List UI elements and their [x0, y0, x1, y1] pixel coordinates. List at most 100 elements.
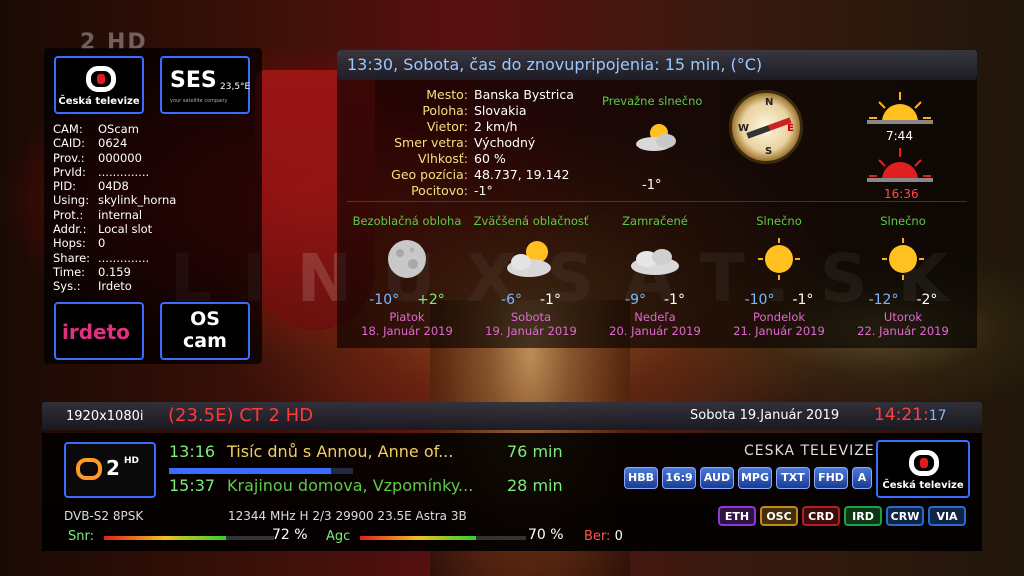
forecast-low: -9° [625, 292, 646, 308]
sunset-icon [867, 148, 933, 182]
weather-title: 13:30, Sobota, čas do znovupripojenia: 1… [337, 50, 977, 80]
ses-name: SES [170, 68, 217, 93]
cam-row-using: Using: skylink_horna [53, 193, 177, 208]
forecast-high: -1° [540, 292, 561, 308]
ses-position: 23,5°E [220, 82, 251, 92]
snr-value: 72 % [272, 527, 308, 543]
current-temperature: -1° [642, 178, 662, 193]
epg-panel: 2 HD 13:16 Tisíc dnů s Annou, Anne of... 7… [42, 433, 982, 505]
forecast-low: -10° [369, 292, 400, 308]
forecast-day: Slnečno -12° -2° Utorok 22. Január 2019 [841, 214, 965, 338]
sunset-time: 16:36 [884, 187, 919, 201]
weather-divider [347, 201, 967, 202]
current-condition: Prevažne slnečno [602, 94, 703, 108]
irdeto-logo: irdeto [54, 302, 144, 360]
ct-logo: Česká televize [54, 56, 144, 114]
cas-via-badge: VIA [928, 506, 966, 526]
cas-ird-badge: IRD [844, 506, 882, 526]
epg-now-time: 13:16 [169, 442, 216, 461]
forecast-high: +2° [417, 292, 445, 308]
cam-row-prov: Prov.: 000000 [53, 150, 142, 165]
transponder-info: 12344 MHz H 2/3 29900 23.5E Astra 3B [228, 509, 467, 523]
weather-row-city: Mesto: Banska Bystrica [426, 87, 574, 102]
ct-mark-icon [76, 458, 102, 480]
cam-row-share: Share:.............. [53, 250, 150, 265]
forecast-low: -10° [744, 292, 775, 308]
clock: 14:21:17 [874, 405, 947, 425]
ct-logo-label: Česká televize [58, 96, 140, 107]
cas-crw-badge: CRW [886, 506, 924, 526]
cam-row-hops: Hops: 0 [53, 236, 106, 251]
forecast-condition: Zväčšená oblačnosť [473, 214, 589, 228]
channel-logo: 2 HD [64, 442, 156, 498]
snr-label: Snr: [68, 529, 94, 544]
forecast-date: 22. Január 2019 [857, 324, 949, 338]
sunrise-time: 7:44 [886, 129, 913, 143]
forecast-condition: Zamračené [622, 214, 688, 228]
agc-bar [360, 536, 526, 540]
epg-now-title: Tisíc dnů s Annou, Anne of... [227, 442, 454, 461]
oscam-logo-text: OS cam [183, 308, 227, 352]
weather-row-wind: Vietor: 2 km/h [426, 119, 518, 134]
cam-row-sys: Sys.: Irdeto [53, 279, 132, 294]
forecast-day: Bezoblačná obloha -10° +2° Piatok 18. Jan… [345, 214, 469, 338]
mpg-badge: MPG [738, 467, 772, 489]
cloud-sun-icon [507, 241, 551, 277]
ct-mark-icon [86, 66, 116, 92]
forecast-high: -2° [916, 292, 938, 308]
channel-info-bar: 1920x1080i (23.5E) CT 2 HD Sobota 19.Jan… [42, 402, 982, 430]
forecast-date: 21. Január 2019 [733, 324, 825, 338]
cam-row-time: Time: 0.159 [53, 264, 131, 279]
weather-row-humidity: Vlhkosť: 60 % [417, 151, 506, 166]
forecast-low: -6° [501, 292, 522, 308]
weather-row-feels-like: Pocitovo: -1° [411, 183, 493, 198]
fhd-badge: FHD [814, 467, 848, 489]
weather-row-geo: Geo pozícia: 48.737, 19.142 [391, 167, 570, 182]
forecast-day: Slnečno -10° -1° Pondelok 21. Január 2019 [717, 214, 841, 338]
weather-panel: 13:30, Sobota, čas do znovupripojenia: 1… [337, 50, 977, 348]
weather-row-location: Poloha: Slovakia [422, 103, 527, 118]
forecast-day-name: Nedeľa [634, 310, 676, 324]
epg-next-duration: 28 min [507, 476, 563, 495]
irdeto-logo-text: irdeto [62, 320, 130, 344]
weather-info-list: Mesto: Banska Bystrica Poloha: Slovakia Vi… [347, 87, 574, 199]
forecast-day: Zväčšená oblačnosť -6° -1° Sobota 19. Jan… [469, 214, 593, 338]
tuner-info: DVB-S2 8PSK [64, 509, 144, 523]
sun-icon [882, 238, 924, 280]
teletext-badge: TXT [776, 467, 810, 489]
cam-row-pid: PID: 04D8 [53, 179, 129, 194]
forecast-day-name: Pondelok [752, 310, 806, 324]
sun-icon [758, 238, 800, 280]
compass-icon: N S W E [729, 90, 803, 164]
cam-row-addr: Addr.: Local slot [53, 222, 153, 237]
epg-next: 15:37 Krajinou domova, Vzpomínky... 28 min [169, 476, 563, 495]
cam-row-prot: Prot.: internal [53, 207, 143, 222]
agc-label: Agc [326, 529, 351, 544]
forecast-date: 18. Január 2019 [361, 324, 453, 338]
snr-bar [104, 536, 274, 540]
moon-icon [388, 240, 426, 278]
ses-tagline: your satellite company [170, 98, 228, 104]
epg-next-time: 15:37 [169, 476, 216, 495]
weather-row-wind-direction: Smer vetra: Východný [394, 135, 536, 150]
ses-logo: SES 23,5°E your satellite company [160, 56, 250, 114]
current-date: Sobota 19.Január 2019 [690, 408, 840, 423]
cloud-sun-icon [636, 124, 676, 151]
cam-info-panel: Česká televize SES 23,5°E your satellite… [44, 48, 262, 364]
cam-row-caid: CAID: 0624 [53, 136, 128, 151]
forecast-day: Zamračené -9° -1° Nedeľa 20. Január 2019 [593, 214, 717, 338]
ber-info: Ber: 0 [584, 529, 623, 544]
oscam-logo: OS cam [160, 302, 250, 360]
channel-name: (23.5E) CT 2 HD [168, 405, 314, 426]
cam-row-prvid: PrvId:.............. [53, 164, 150, 179]
cas-eth-badge: ETH [718, 506, 756, 526]
video-resolution: 1920x1080i [66, 409, 144, 424]
forecast-day-name: Piatok [389, 310, 425, 324]
epg-now: 13:16 Tisíc dnů s Annou, Anne of... 76 min [169, 442, 563, 461]
cam-row-cam: CAM: OScam [53, 122, 139, 136]
ct-logo-right: Česká televize [876, 440, 970, 498]
ct-logo-label: Česká televize [882, 480, 964, 491]
agc-value: 70 % [528, 527, 564, 543]
cloud-icon [631, 249, 679, 275]
sunrise-icon [867, 92, 933, 124]
